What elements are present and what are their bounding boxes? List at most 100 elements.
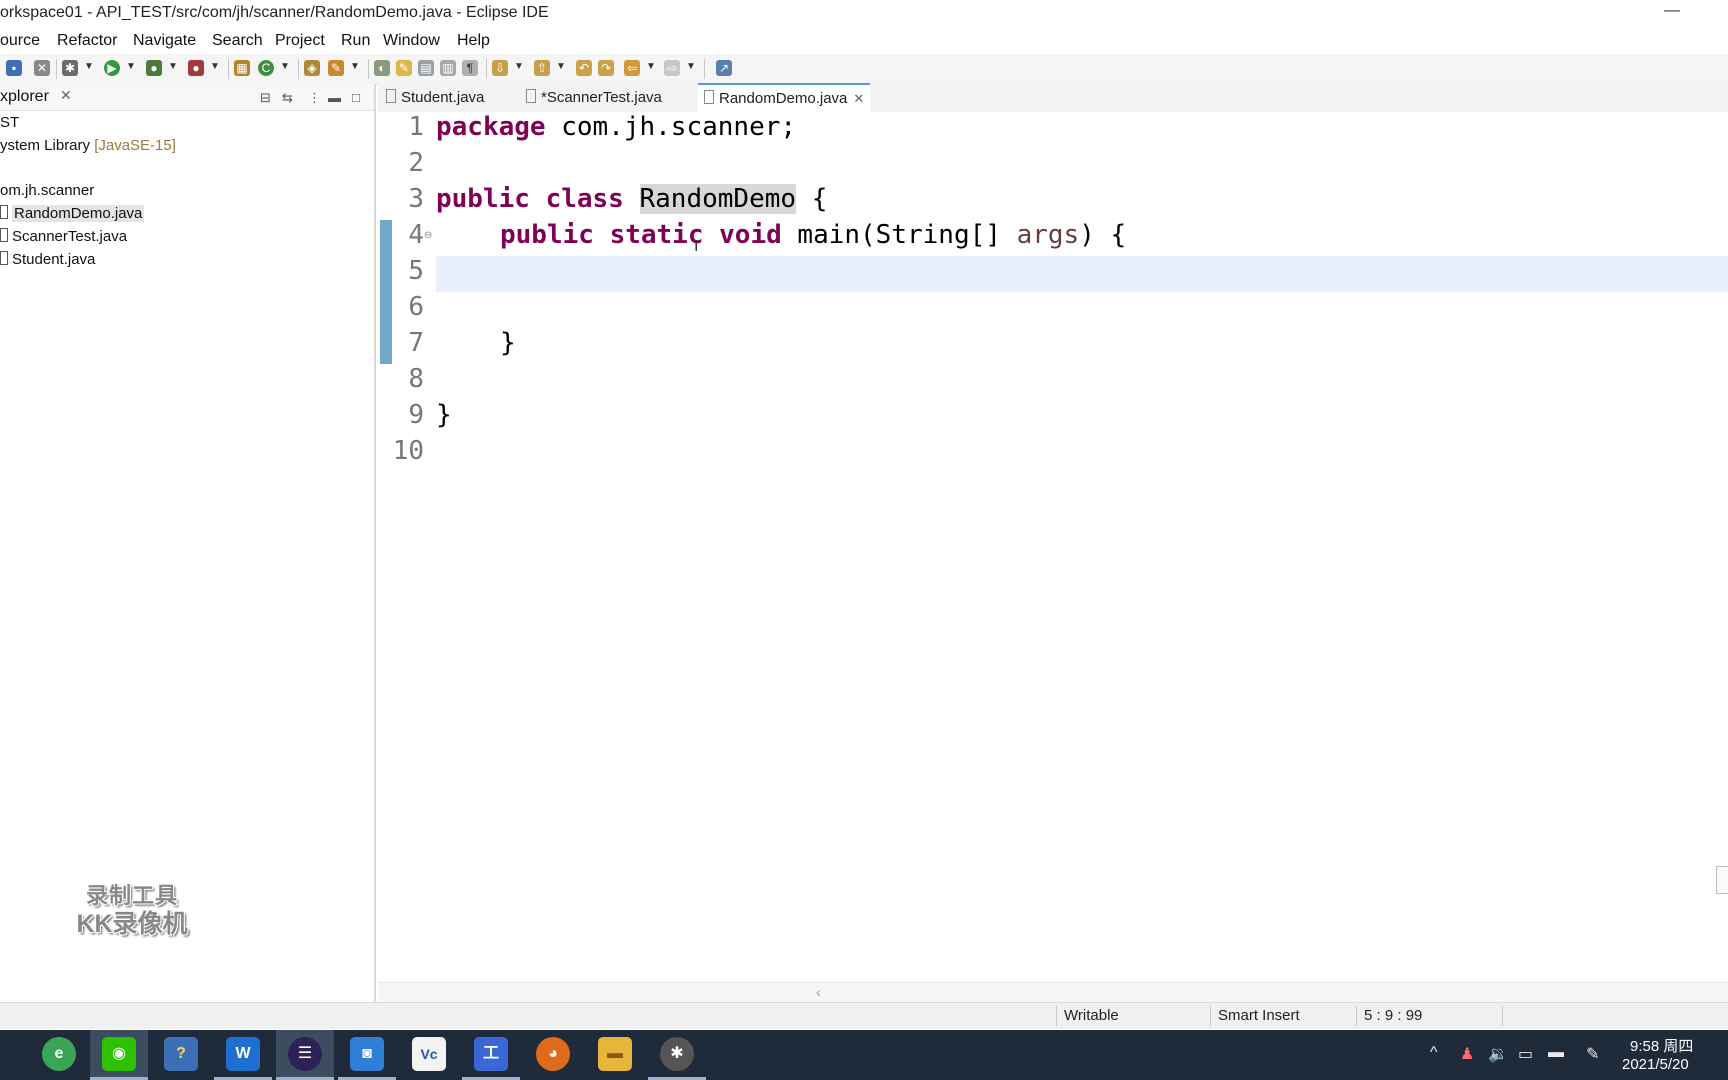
open-type-icon[interactable]: ◈ xyxy=(304,60,320,76)
menu-run[interactable]: Run xyxy=(341,32,370,50)
menu-help[interactable]: Help xyxy=(457,32,490,50)
chevron-up-icon[interactable]: ^ xyxy=(1430,1044,1438,1062)
code-line-3[interactable]: public class RandomDemo { xyxy=(436,184,827,214)
external-tools-icon[interactable]: ● xyxy=(188,60,204,76)
menu-navigate[interactable]: Navigate xyxy=(133,32,196,50)
close-icon[interactable]: ✕ xyxy=(60,87,72,104)
qq-tray-icon[interactable]: ♟ xyxy=(1460,1044,1474,1064)
code-text: ) { xyxy=(1079,220,1127,250)
minimize-view-icon[interactable]: ▬ xyxy=(328,90,341,105)
collapse-all-icon[interactable]: ⊟ xyxy=(260,90,271,106)
tab-label: RandomDemo.java xyxy=(719,90,848,107)
task-slot: ☰ xyxy=(276,1030,334,1080)
tree-package[interactable]: om.jh.scanner xyxy=(0,182,94,199)
coverage-icon[interactable]: ● xyxy=(146,60,162,76)
run-icon[interactable]: ▶ xyxy=(104,60,120,76)
pen-icon[interactable]: ✎ xyxy=(1586,1044,1599,1064)
tab-student[interactable]: Student.java xyxy=(380,84,490,112)
tree-jre-library[interactable]: ystem Library [JavaSE-15] xyxy=(0,137,176,154)
toggle-breadcrumb-icon[interactable]: ◐ xyxy=(374,60,390,76)
workbench-app-icon[interactable]: 工 xyxy=(474,1037,508,1071)
previous-annotation-icon[interactable]: ⇧ xyxy=(534,60,550,76)
code-text: com.jh.scanner; xyxy=(545,112,797,142)
tools-app-icon[interactable]: ✱ xyxy=(660,1037,694,1071)
window-title: orkspace01 - API_TEST/src/com/jh/scanner… xyxy=(0,4,549,21)
minimize-button[interactable]: — xyxy=(1664,2,1680,20)
menu-project[interactable]: Project xyxy=(275,32,325,50)
menu-search[interactable]: Search xyxy=(212,32,263,50)
save-icon[interactable]: ▪ xyxy=(6,60,22,76)
line-number: 7 xyxy=(408,328,424,358)
chevron-down-icon[interactable]: ▼ xyxy=(168,61,178,72)
contacts-app-icon[interactable]: ◙ xyxy=(350,1037,384,1071)
maximize-view-icon[interactable]: □ xyxy=(352,90,360,105)
block-selection-icon[interactable]: ▤ xyxy=(418,60,434,76)
menu-source[interactable]: ource xyxy=(0,32,40,50)
chevron-down-icon[interactable]: ▼ xyxy=(646,61,656,72)
current-line-highlight xyxy=(436,256,1728,292)
recorder-watermark: 录制工具 KK录像机 xyxy=(64,882,200,938)
task-slot: Vc xyxy=(400,1030,458,1080)
chevron-down-icon[interactable]: ▼ xyxy=(556,61,566,72)
word-wrap-icon[interactable]: ▥ xyxy=(440,60,456,76)
horizontal-scrollbar[interactable]: ‹ xyxy=(378,982,1728,1003)
tree-file-randomdemo[interactable]: RandomDemo.java xyxy=(0,205,145,222)
back-icon[interactable]: ⇦ xyxy=(624,60,640,76)
chevron-down-icon[interactable]: ▼ xyxy=(350,61,360,72)
pin-editor-icon[interactable]: ↗ xyxy=(716,60,732,76)
code-line-1[interactable]: package com.jh.scanner; xyxy=(436,112,796,142)
network-icon[interactable]: ▭ xyxy=(1518,1044,1533,1064)
tree-project[interactable]: ST xyxy=(0,114,19,131)
vc-app-icon[interactable]: Vc xyxy=(412,1037,446,1071)
eclipse-app-icon[interactable]: ☰ xyxy=(288,1037,322,1071)
show-whitespace-icon[interactable]: ¶ xyxy=(462,60,478,76)
tree-file-scannertest[interactable]: ScannerTest.java xyxy=(0,228,127,245)
chevron-down-icon[interactable]: ▼ xyxy=(686,61,696,72)
keyword: package xyxy=(436,112,546,142)
forward-edit-icon[interactable]: ↷ xyxy=(598,60,614,76)
game-app-icon[interactable]: ◕ xyxy=(536,1037,570,1071)
tab-randomdemo[interactable]: RandomDemo.java ✕ xyxy=(698,83,871,114)
next-annotation-icon[interactable]: ⇩ xyxy=(492,60,508,76)
wechat-app-icon[interactable]: ◉ xyxy=(102,1037,136,1071)
task-slot: 工 xyxy=(462,1030,520,1080)
chevron-down-icon[interactable]: ▼ xyxy=(126,61,136,72)
notes-app-icon[interactable]: ? xyxy=(164,1037,198,1071)
menu-bar: ource Refactor Navigate Search Project R… xyxy=(0,28,1728,54)
chevron-down-icon[interactable]: ▼ xyxy=(280,61,290,72)
last-edit-icon[interactable]: ↶ xyxy=(576,60,592,76)
java-file-icon xyxy=(0,228,8,242)
folder-app-icon[interactable]: ▬ xyxy=(598,1037,632,1071)
wps-app-icon[interactable]: W xyxy=(226,1037,260,1071)
debug-run-icon[interactable]: ✱ xyxy=(62,60,78,76)
battery-icon[interactable]: ▬ xyxy=(1548,1044,1564,1062)
close-icon[interactable]: ✕ xyxy=(853,91,864,106)
java-file-icon xyxy=(386,89,396,103)
scroll-left-icon[interactable]: ‹ xyxy=(816,984,821,1000)
mark-occurrences-icon[interactable]: ✎ xyxy=(396,60,412,76)
browser-app-icon[interactable]: e xyxy=(42,1037,76,1071)
view-menu-icon[interactable]: ⋮ xyxy=(308,90,321,106)
debug-icon[interactable]: ✕ xyxy=(34,60,50,76)
overview-ruler-icon[interactable] xyxy=(1716,866,1728,894)
code-line-7[interactable]: } xyxy=(500,328,516,358)
menu-refactor[interactable]: Refactor xyxy=(57,32,117,50)
tab-scannertest[interactable]: *ScannerTest.java xyxy=(520,84,668,112)
fold-icon[interactable]: ⊖ xyxy=(424,230,432,241)
code-line-4[interactable]: public static void main(String[] args) { xyxy=(500,220,1126,250)
new-class-icon[interactable]: C xyxy=(258,60,274,76)
chevron-down-icon[interactable]: ▼ xyxy=(514,61,524,72)
forward-icon[interactable]: ⇨ xyxy=(664,60,680,76)
new-package-icon[interactable]: ▦ xyxy=(234,60,250,76)
volume-icon[interactable]: 🔉 xyxy=(1488,1044,1508,1064)
tree-file-student[interactable]: Student.java xyxy=(0,251,95,268)
chevron-down-icon[interactable]: ▼ xyxy=(210,61,220,72)
search-icon[interactable]: ✎ xyxy=(328,60,344,76)
link-editor-icon[interactable]: ⇆ xyxy=(282,90,293,106)
clock-date[interactable]: 2021/5/20 xyxy=(1622,1056,1689,1073)
explorer-title[interactable]: xplorer xyxy=(0,88,49,106)
code-line-9[interactable]: } xyxy=(436,400,452,430)
menu-window[interactable]: Window xyxy=(383,32,440,50)
chevron-down-icon[interactable]: ▼ xyxy=(84,61,94,72)
clock-time[interactable]: 9:58 周四 xyxy=(1630,1035,1693,1056)
